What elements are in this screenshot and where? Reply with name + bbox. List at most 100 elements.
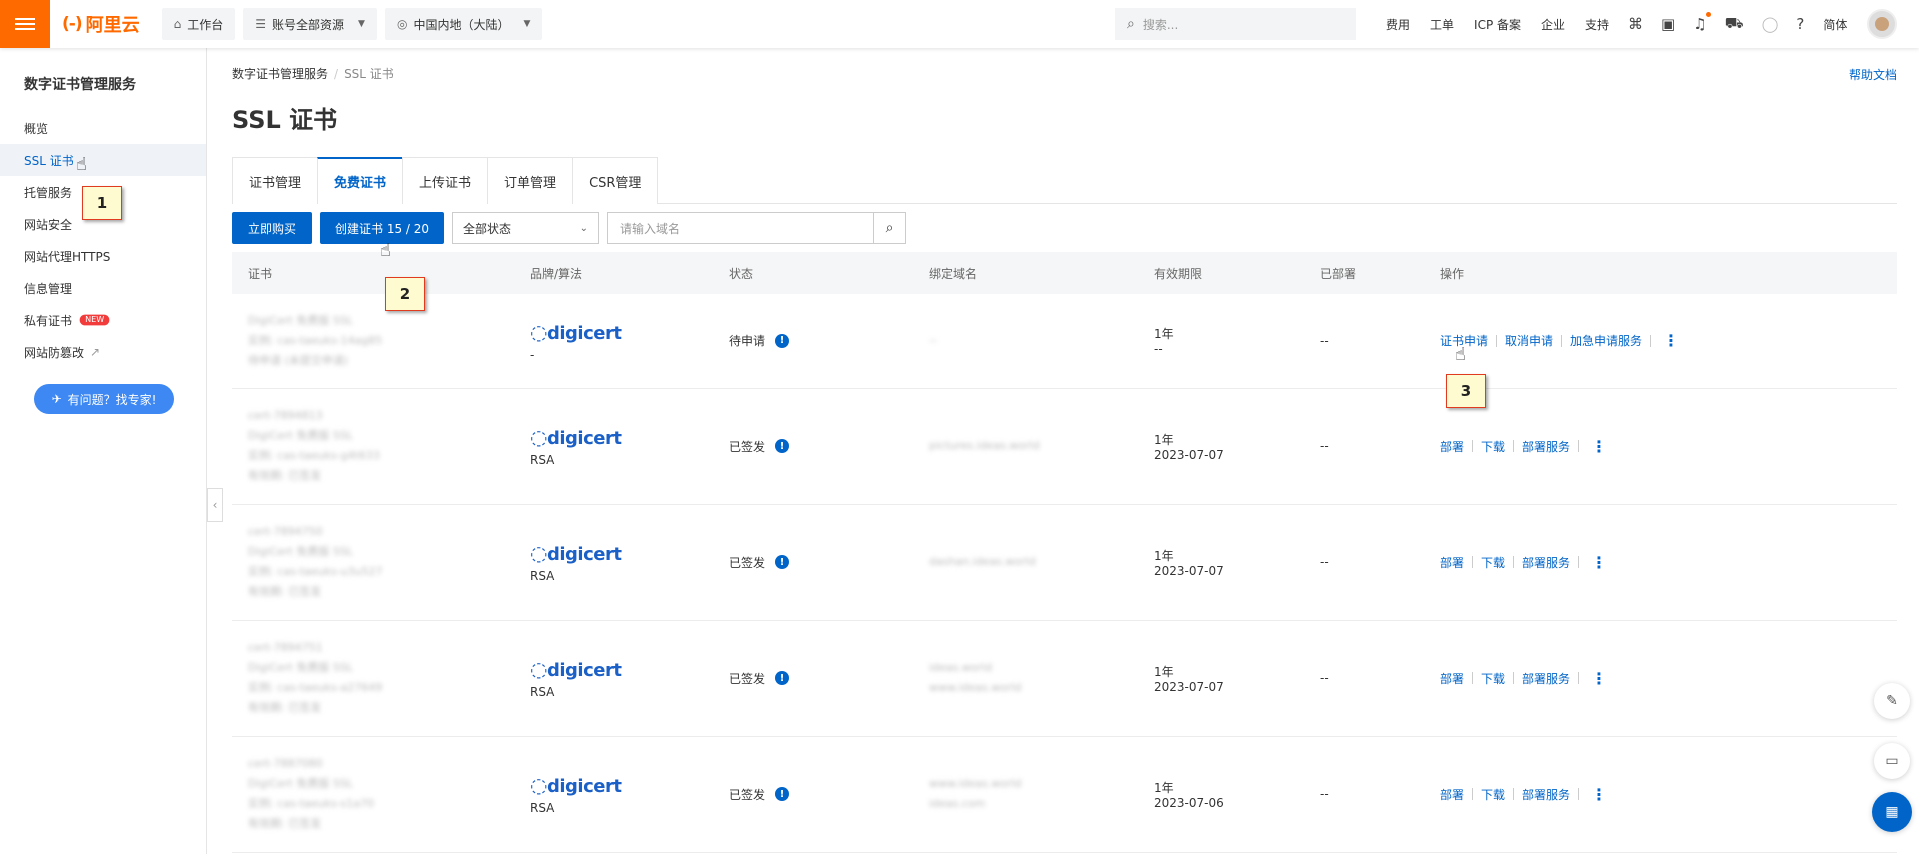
tab-csr[interactable]: CSR管理 <box>572 157 659 204</box>
status-select[interactable]: 全部状态 ⌄ <box>452 212 600 244</box>
region-select[interactable]: ◎ 中国内地（大陆） ▼ <box>384 8 543 40</box>
algorithm: RSA <box>530 453 555 467</box>
cert-table: 证书 品牌/算法 状态 绑定域名 有效期限 已部署 操作 DigiCert 免费… <box>232 252 1897 853</box>
info-icon[interactable]: ! <box>775 555 790 569</box>
deploy-link[interactable]: 部署 <box>1440 670 1464 687</box>
cert-info: cert-7887080 DigiCert 免费版 SSL 实例: cas-taeu… <box>248 757 375 830</box>
annotation-3: 3 <box>1446 374 1486 408</box>
tab-upload-cert[interactable]: 上传证书 <box>402 157 488 204</box>
tab-orders[interactable]: 订单管理 <box>487 157 573 204</box>
digicert-logo: ◌digicert <box>530 425 622 449</box>
aliyun-logo[interactable]: (-) 阿里云 <box>50 11 154 37</box>
info-icon[interactable]: ! <box>775 671 790 685</box>
chevron-down-icon: ⌄ <box>579 222 589 234</box>
language-switch[interactable]: 简体 <box>1823 16 1847 33</box>
tab-free-certs[interactable]: 免费证书 <box>317 157 403 204</box>
buy-now-button[interactable]: 立即购买 <box>232 212 313 244</box>
tab-cert-management[interactable]: 证书管理 <box>232 157 318 204</box>
sidebar-item-private-cert[interactable]: 私有证书 NEW <box>0 304 206 336</box>
top-navbar: (-) 阿里云 ⌂ 工作台 ☰ 账号全部资源 ▼ ◎ 中国内地（大陆） ▼ ⌕ 搜索... 费… <box>0 0 1919 48</box>
bound-domain: ideas.world www.ideas.world <box>929 661 1022 694</box>
algorithm: RSA <box>530 685 555 699</box>
support-link[interactable]: 支持 <box>1585 16 1609 33</box>
deploy-service-link[interactable]: 部署服务 <box>1522 438 1570 455</box>
download-link[interactable]: 下载 <box>1481 786 1505 803</box>
avatar[interactable] <box>1867 9 1898 39</box>
sidebar-item-info[interactable]: 信息管理 <box>0 272 206 304</box>
bound-domain: -- <box>929 333 937 347</box>
deploy-link[interactable]: 部署 <box>1440 554 1464 571</box>
more-icon[interactable]: ⋮ <box>1663 331 1679 350</box>
megaphone-icon: ✈ <box>51 392 62 406</box>
digicert-logo: ◌digicert <box>530 319 622 344</box>
more-icon[interactable]: ⋮ <box>1591 785 1607 804</box>
status-text: 待申请 <box>729 334 766 349</box>
deploy-link[interactable]: 部署 <box>1440 786 1464 803</box>
global-search-input[interactable]: ⌕ 搜索... <box>1115 8 1356 40</box>
bell-icon[interactable]: ♫ <box>1693 12 1711 33</box>
terminal-icon[interactable]: ▣ <box>1661 15 1675 33</box>
workbench-button[interactable]: ⌂ 工作台 <box>161 8 236 40</box>
lightbulb-icon[interactable]: ◯ <box>1762 15 1779 33</box>
validity: 1年 <box>1154 780 1174 795</box>
sidebar-item-tamper[interactable]: 网站防篡改 ↗ <box>0 336 206 368</box>
validity: 1年 <box>1154 327 1174 342</box>
sidebar-item-https-proxy[interactable]: 网站代理HTTPS <box>0 240 206 272</box>
edit-icon[interactable]: ✎ <box>1874 683 1910 719</box>
download-link[interactable]: 下载 <box>1481 438 1505 455</box>
ticket-link[interactable]: 工单 <box>1430 16 1454 33</box>
deploy-service-link[interactable]: 部署服务 <box>1522 670 1570 687</box>
info-icon[interactable]: ! <box>775 333 790 348</box>
cart-icon[interactable]: ⛟ <box>1725 14 1744 34</box>
cert-info: DigiCert 免费版 SSL 实例: cas-taeuks-14ag85 待申请… <box>248 313 383 367</box>
express-apply-link[interactable]: 加急申请服务 <box>1570 332 1642 349</box>
col-brand: 品牌/算法 <box>514 252 713 294</box>
expert-help-button[interactable]: ✈ 有问题？找专家! <box>34 384 174 414</box>
info-icon[interactable]: ! <box>775 787 790 801</box>
cert-info: cert-7894813 DigiCert 免费版 SSL 实例: cas-taeu… <box>248 409 380 482</box>
chat-icon[interactable]: ▭ <box>1874 743 1910 779</box>
breadcrumb: 数字证书管理服务 / SSL 证书 <box>232 67 394 81</box>
resources-select[interactable]: ☰ 账号全部资源 ▼ <box>243 8 377 40</box>
more-icon[interactable]: ⋮ <box>1591 553 1607 572</box>
expiry-date: 2023-07-07 <box>1154 679 1224 694</box>
location-icon: ◎ <box>396 17 408 31</box>
sidebar-item-ssl[interactable]: SSL 证书 <box>0 144 206 176</box>
code-icon[interactable]: ⌘ <box>1628 15 1643 33</box>
deploy-service-link[interactable]: 部署服务 <box>1522 554 1570 571</box>
more-icon[interactable]: ⋮ <box>1591 669 1607 688</box>
domain-search-input[interactable]: 请输入域名 <box>607 212 875 244</box>
deploy-service-link[interactable]: 部署服务 <box>1522 786 1570 803</box>
cancel-apply-link[interactable]: 取消申请 <box>1505 332 1553 349</box>
info-icon[interactable]: ! <box>775 439 790 453</box>
menu-icon[interactable] <box>0 0 50 48</box>
breadcrumb-root[interactable]: 数字证书管理服务 <box>232 67 328 81</box>
help-icon[interactable]: ? <box>1796 15 1804 33</box>
download-link[interactable]: 下载 <box>1481 554 1505 571</box>
deploy-link[interactable]: 部署 <box>1440 438 1464 455</box>
icp-link[interactable]: ICP 备案 <box>1474 16 1521 33</box>
search-icon: ⌕ <box>1127 16 1135 32</box>
apps-icon[interactable]: ▦ <box>1872 792 1912 832</box>
deployed: -- <box>1304 388 1424 505</box>
validity: 1年 <box>1154 664 1174 679</box>
help-docs-link[interactable]: 帮助文档 <box>1849 66 1897 83</box>
sidebar-collapse-button[interactable]: ‹ <box>207 488 223 522</box>
enterprise-link[interactable]: 企业 <box>1541 16 1565 33</box>
download-link[interactable]: 下载 <box>1481 670 1505 687</box>
search-button[interactable]: ⌕ <box>874 212 907 244</box>
sidebar-item-overview[interactable]: 概览 <box>0 112 206 144</box>
table-header-row: 证书 品牌/算法 状态 绑定域名 有效期限 已部署 操作 <box>232 252 1897 294</box>
pointer-cursor-icon: ☝ <box>76 154 87 175</box>
expiry-date: 2023-07-07 <box>1154 447 1224 462</box>
table-row: cert-7894750 DigiCert 免费版 SSL 实例: cas-taeu… <box>232 504 1897 621</box>
col-actions: 操作 <box>1424 252 1897 294</box>
annotation-1: 1 <box>82 186 122 220</box>
external-link-icon: ↗ <box>90 345 101 359</box>
chevron-left-icon: ‹ <box>212 498 218 512</box>
pointer-cursor-icon: ☝ <box>1455 344 1466 365</box>
more-icon[interactable]: ⋮ <box>1591 437 1607 456</box>
table-row: cert-7894813 DigiCert 免费版 SSL 实例: cas-taeu… <box>232 388 1897 505</box>
billing-link[interactable]: 费用 <box>1386 16 1410 33</box>
chevron-down-icon: ▼ <box>523 19 531 29</box>
